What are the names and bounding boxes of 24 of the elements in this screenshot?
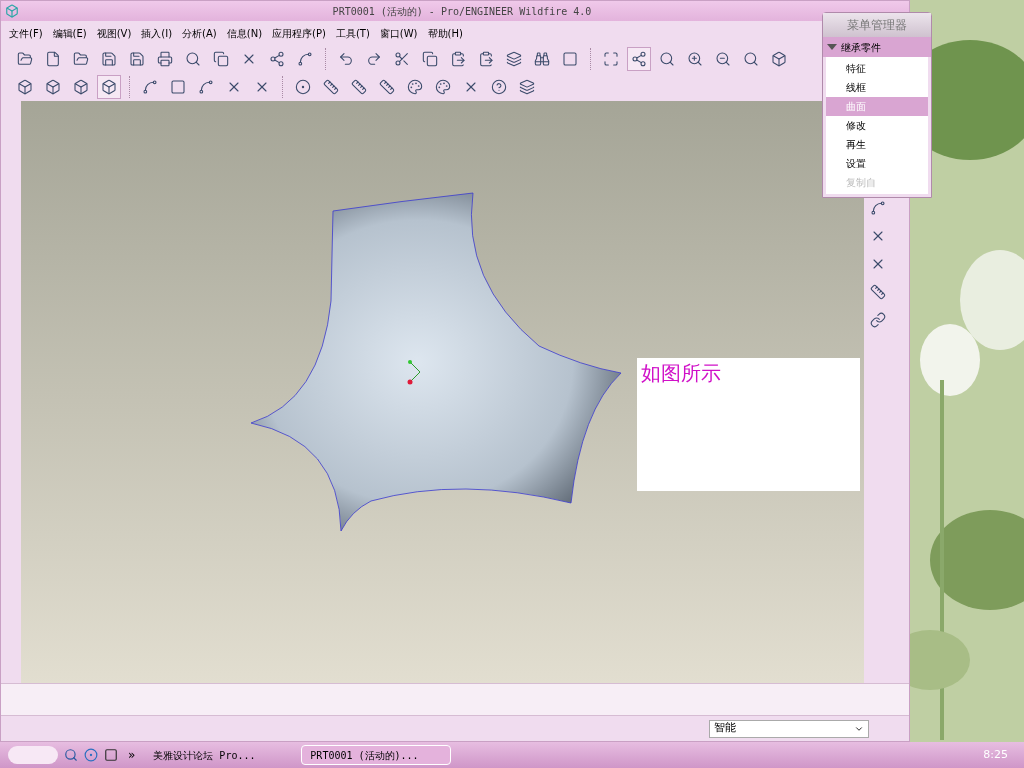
menu-item[interactable]: 编辑(E) (52, 25, 87, 41)
menu-item[interactable]: 视图(V) (96, 25, 132, 41)
overflow-button[interactable]: » (124, 746, 140, 764)
menu-item[interactable]: 帮助(H) (427, 25, 463, 41)
start-button[interactable] (8, 746, 58, 764)
taskbar-button[interactable]: PRT0001 (活动的)... (301, 745, 452, 765)
menu-item[interactable]: 信息(N) (226, 25, 263, 41)
app-icon (5, 4, 19, 18)
menu-item[interactable]: 工具(T) (335, 25, 370, 41)
section-header[interactable]: 继承零件 (823, 37, 931, 57)
menu-item[interactable]: 应用程序(P) (272, 25, 326, 41)
menu-manager-title: 菜单管理器 (823, 13, 931, 37)
menu-item[interactable]: 插入(I) (141, 25, 173, 41)
filter-dropdown[interactable]: 智能 (709, 719, 869, 738)
clock: 8:25 (983, 746, 1009, 763)
window-title: PRT0001 (活动的) - Pro/ENGINEER Wildfire 4.0 (331, 4, 593, 19)
menu-item[interactable]: 分析(A) (182, 25, 217, 41)
taskbar-button[interactable]: 美雅设计论坛 Pro... (145, 745, 296, 765)
note-text: 如图所示 (640, 361, 721, 385)
menu-item[interactable]: 特征 (826, 59, 928, 78)
menu-item[interactable]: 文件(F) (9, 25, 43, 41)
collapse-icon (827, 44, 837, 50)
menu-item[interactable]: 线框 (826, 78, 928, 97)
menu-item[interactable]: 窗口(W) (379, 25, 418, 41)
